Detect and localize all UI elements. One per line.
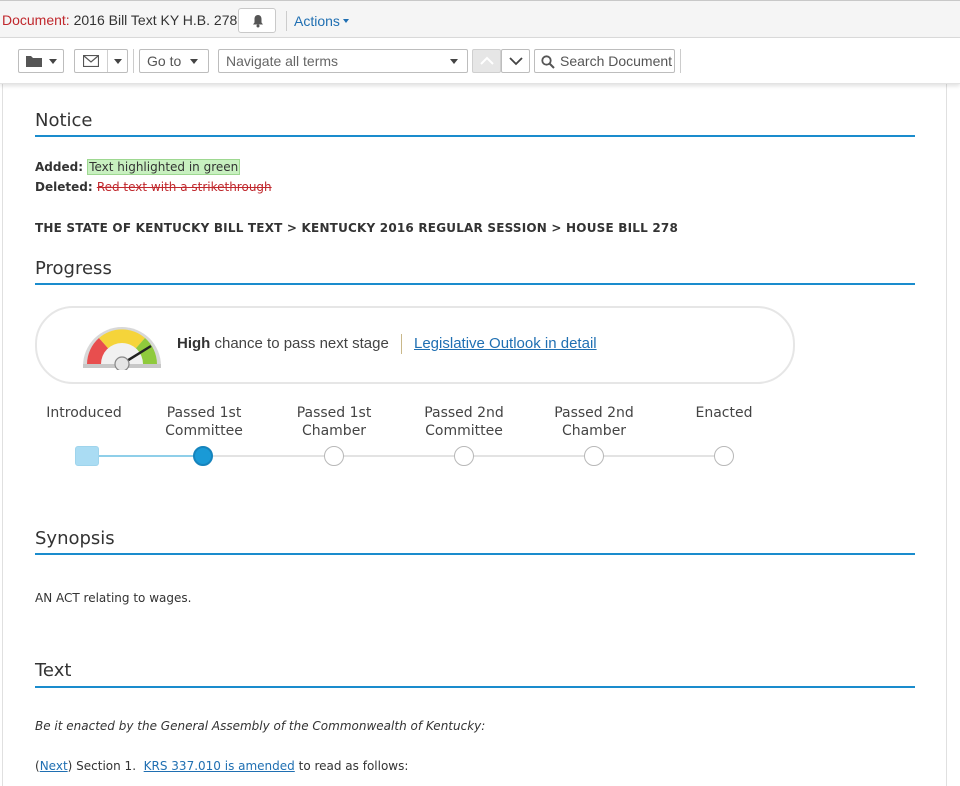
stage-node-introduced bbox=[75, 446, 99, 466]
synopsis-rule bbox=[35, 553, 915, 555]
stage-label-enacted: Enacted bbox=[695, 405, 753, 421]
search-icon bbox=[541, 55, 555, 69]
notice-heading: Notice bbox=[35, 110, 93, 131]
stage-node-passed-2nd-chamber bbox=[584, 446, 604, 466]
text-heading: Text bbox=[35, 660, 72, 681]
text-rule bbox=[35, 686, 915, 688]
stage-node-passed-2nd-committee bbox=[454, 446, 474, 466]
navigate-terms-select[interactable]: Navigate all terms bbox=[218, 49, 468, 73]
chevron-down-icon bbox=[509, 57, 523, 66]
progress-track-completed bbox=[99, 455, 204, 457]
split-divider bbox=[107, 50, 108, 72]
stage-node-passed-1st-chamber bbox=[324, 446, 344, 466]
search-document-label: Search Document bbox=[560, 53, 673, 69]
breadcrumb: THE STATE OF KENTUCKY BILL TEXT > KENTUC… bbox=[35, 221, 678, 235]
goto-dropdown[interactable]: Go to bbox=[139, 49, 209, 73]
next-term-button[interactable] bbox=[501, 49, 530, 73]
chevron-up-icon bbox=[480, 56, 494, 65]
stage-label-passed-2nd-chamber: Passed 2nd Chamber bbox=[554, 405, 634, 439]
document-header-bar: Document: 2016 Bill Text KY H.B. 278 Act… bbox=[0, 0, 960, 38]
section-label: Section 1. bbox=[76, 759, 137, 773]
next-link[interactable]: Next bbox=[40, 759, 68, 773]
previous-term-button[interactable] bbox=[472, 49, 501, 73]
document-toolbar: Go to Navigate all terms Search Document bbox=[0, 38, 960, 84]
progress-heading: Progress bbox=[35, 258, 112, 279]
added-legend: Added: Text highlighted in green bbox=[35, 159, 241, 175]
deleted-label: Deleted: bbox=[35, 180, 93, 194]
header-divider bbox=[286, 11, 287, 31]
caret-down-icon bbox=[190, 59, 198, 64]
notice-rule bbox=[35, 135, 915, 137]
stage-node-current bbox=[193, 446, 213, 466]
navigate-terms-label: Navigate all terms bbox=[226, 53, 339, 69]
email-button[interactable] bbox=[74, 49, 128, 73]
stage-label-passed-1st-committee: Passed 1st Committee bbox=[165, 405, 243, 439]
envelope-icon bbox=[83, 55, 99, 67]
folder-icon bbox=[26, 56, 42, 67]
gauge-icon bbox=[83, 327, 161, 370]
search-document-button[interactable]: Search Document bbox=[534, 49, 675, 73]
added-sample: Text highlighted in green bbox=[87, 159, 241, 175]
caret-down-icon bbox=[450, 59, 458, 64]
synopsis-heading: Synopsis bbox=[35, 528, 115, 549]
caret-down-icon bbox=[49, 59, 57, 64]
progress-rule bbox=[35, 283, 915, 285]
actions-menu[interactable]: Actions bbox=[294, 13, 349, 29]
chance-description: chance to pass next stage bbox=[214, 335, 389, 352]
toolbar-divider bbox=[680, 49, 681, 73]
deleted-sample: Red text with a strikethrough bbox=[96, 180, 272, 194]
pass-chance-text: High chance to pass next stage bbox=[177, 335, 389, 352]
outlook-divider bbox=[401, 334, 402, 354]
synopsis-text: AN ACT relating to wages. bbox=[35, 591, 192, 605]
stage-label-passed-2nd-committee: Passed 2nd Committee bbox=[424, 405, 504, 439]
folder-button[interactable] bbox=[18, 49, 64, 73]
goto-label: Go to bbox=[147, 53, 182, 69]
enacting-clause: Be it enacted by the General Assembly of… bbox=[35, 719, 486, 733]
bell-icon bbox=[253, 15, 263, 28]
chance-level: High bbox=[177, 335, 211, 352]
legislative-outlook-link[interactable]: Legislative Outlook in detail bbox=[414, 335, 597, 352]
stage-label-passed-1st-chamber: Passed 1st Chamber bbox=[296, 405, 372, 439]
section-trailing-text: to read as follows: bbox=[298, 759, 409, 773]
actions-label: Actions bbox=[294, 13, 340, 29]
document-name: 2016 Bill Text KY H.B. 278 bbox=[73, 12, 238, 28]
caret-down-icon bbox=[114, 59, 122, 64]
section-1-line: (Next) Section 1. KRS 337.010 is amended… bbox=[35, 759, 409, 773]
document-label: Document: bbox=[2, 12, 70, 28]
toolbar-divider bbox=[133, 49, 134, 73]
document-title: Document: 2016 Bill Text KY H.B. 278 bbox=[2, 12, 237, 28]
caret-down-icon bbox=[342, 19, 349, 23]
krs-amended-link[interactable]: KRS 337.010 is amended bbox=[144, 759, 295, 773]
stage-node-enacted bbox=[714, 446, 734, 466]
added-label: Added: bbox=[35, 160, 83, 174]
legislative-outlook-panel: High chance to pass next stage Legislati… bbox=[35, 306, 795, 384]
alert-button[interactable] bbox=[238, 8, 276, 33]
deleted-legend: Deleted: Red text with a strikethrough bbox=[35, 180, 272, 194]
stage-label-introduced: Introduced bbox=[46, 405, 122, 421]
